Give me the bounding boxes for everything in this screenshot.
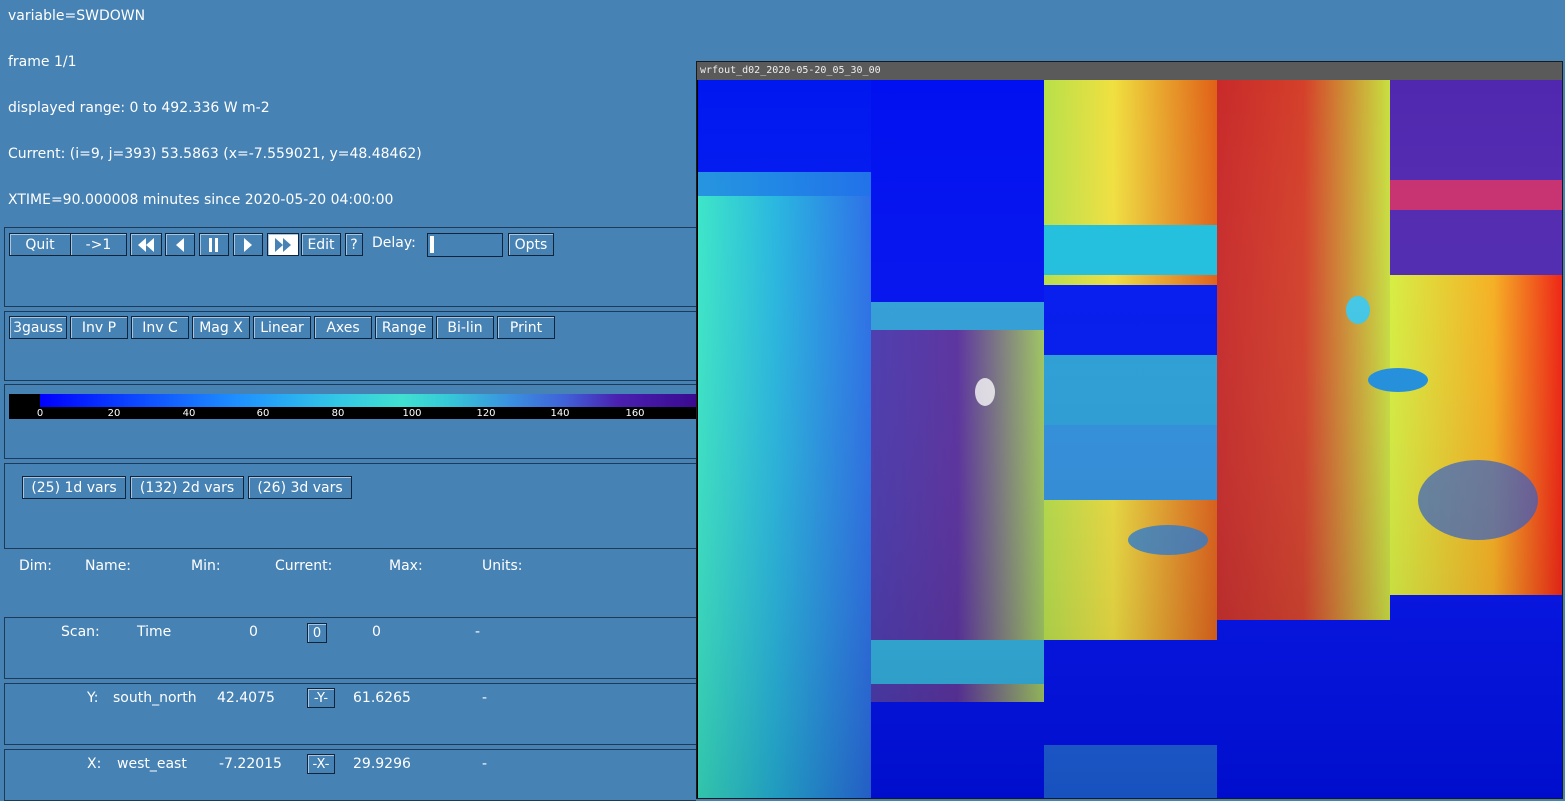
dim-header: Dim: (19, 558, 53, 574)
dim-label: X: (87, 756, 102, 772)
field-image (698, 80, 1562, 798)
dim-units: - (482, 756, 488, 772)
current-header: Current: (275, 558, 333, 574)
dim-units: - (482, 690, 488, 706)
vars-2d-button[interactable]: (132) 2d vars (130, 476, 244, 499)
colorbar-tick: 160 (625, 408, 645, 419)
units-header: Units: (482, 558, 523, 574)
dim-units: - (475, 624, 481, 640)
range-label: displayed range: 0 to 492.336 W m-2 (8, 100, 270, 116)
bilinear-button[interactable]: Bi-lin (436, 316, 494, 339)
delay-label: Delay: (372, 235, 416, 251)
colorbar-tick: 0 (36, 408, 44, 419)
invert-c-button[interactable]: Inv C (131, 316, 189, 339)
current-value-label: Current: (i=9, j=393) 53.5863 (x=-7.5590… (8, 146, 422, 162)
linear-button[interactable]: Linear (253, 316, 311, 339)
dim-current-button[interactable]: -X- (307, 754, 335, 774)
colorbar-tick: 60 (256, 408, 270, 419)
edit-button[interactable]: Edit (301, 233, 341, 256)
colorbar-tick: 100 (402, 408, 422, 419)
dim-row-scan: Scan: Time 0 0 0 - (4, 617, 696, 679)
frame-label: frame 1/1 (8, 54, 77, 70)
dim-min: -7.22015 (219, 756, 282, 772)
plot-window: wrfout_d02_2020-05-20_05_30_00 (696, 61, 1563, 799)
dim-max: 29.9296 (353, 756, 411, 772)
dim-min: 0 (249, 624, 258, 640)
dim-current-button[interactable]: 0 (307, 623, 327, 643)
dim-min: 42.4075 (217, 690, 275, 706)
xtime-label: XTIME=90.000008 minutes since 2020-05-20… (8, 192, 394, 208)
opts-button[interactable]: Opts (508, 233, 554, 256)
rewind-icon[interactable] (130, 233, 162, 256)
step-back-icon[interactable] (165, 233, 195, 256)
magnify-x-button[interactable]: Mag X (192, 316, 250, 339)
dim-name: south_north (113, 690, 197, 706)
restart-frame-button[interactable]: ->1 (70, 233, 127, 256)
colormap-button[interactable]: 3gauss (9, 316, 67, 339)
fast-forward-icon[interactable] (267, 233, 299, 256)
quit-button[interactable]: Quit (9, 233, 71, 256)
colorbar-panel: 0 20 40 60 80 100 120 140 160 (4, 384, 697, 459)
colorbar-tick: 120 (476, 408, 496, 419)
colorbar-tick: 20 (107, 408, 121, 419)
dim-row-y: Y: south_north 42.4075 -Y- 61.6265 - (4, 683, 696, 745)
print-button[interactable]: Print (497, 316, 555, 339)
field-plot[interactable] (698, 80, 1562, 798)
colorbar-gradient (40, 394, 697, 407)
vars-1d-button[interactable]: (25) 1d vars (22, 476, 126, 499)
vars-3d-button[interactable]: (26) 3d vars (248, 476, 352, 499)
dim-row-x: X: west_east -7.22015 -X- 29.9296 - (4, 749, 696, 801)
dim-label: Y: (87, 690, 99, 706)
dim-max: 61.6265 (353, 690, 411, 706)
dim-current-button[interactable]: -Y- (307, 688, 335, 708)
colorbar: 0 20 40 60 80 100 120 140 160 (9, 394, 697, 419)
dim-max: 0 (372, 624, 381, 640)
delay-slider[interactable] (427, 233, 503, 257)
control-panel: Quit ->1 Edit ? Delay: Opts (4, 227, 696, 307)
dim-label: Scan: (61, 624, 100, 640)
dim-name: Time (137, 624, 172, 640)
axes-button[interactable]: Axes (314, 316, 372, 339)
name-header: Name: (85, 558, 132, 574)
min-header: Min: (191, 558, 221, 574)
colorbar-tick: 40 (182, 408, 196, 419)
options-panel: 3gauss Inv P Inv C Mag X Linear Axes Ran… (4, 311, 696, 381)
variable-label: variable=SWDOWN (8, 8, 146, 24)
max-header: Max: (389, 558, 423, 574)
invert-p-button[interactable]: Inv P (70, 316, 128, 339)
pause-icon[interactable] (199, 233, 229, 256)
help-button[interactable]: ? (345, 233, 363, 256)
colorbar-tick: 140 (550, 408, 570, 419)
colorbar-tick: 80 (331, 408, 345, 419)
variables-panel: (25) 1d vars (132) 2d vars (26) 3d vars (4, 463, 696, 549)
delay-slider-handle[interactable] (430, 236, 434, 253)
dim-name: west_east (117, 756, 187, 772)
step-forward-icon[interactable] (233, 233, 263, 256)
range-button[interactable]: Range (375, 316, 433, 339)
plot-window-title: wrfout_d02_2020-05-20_05_30_00 (697, 62, 1562, 80)
